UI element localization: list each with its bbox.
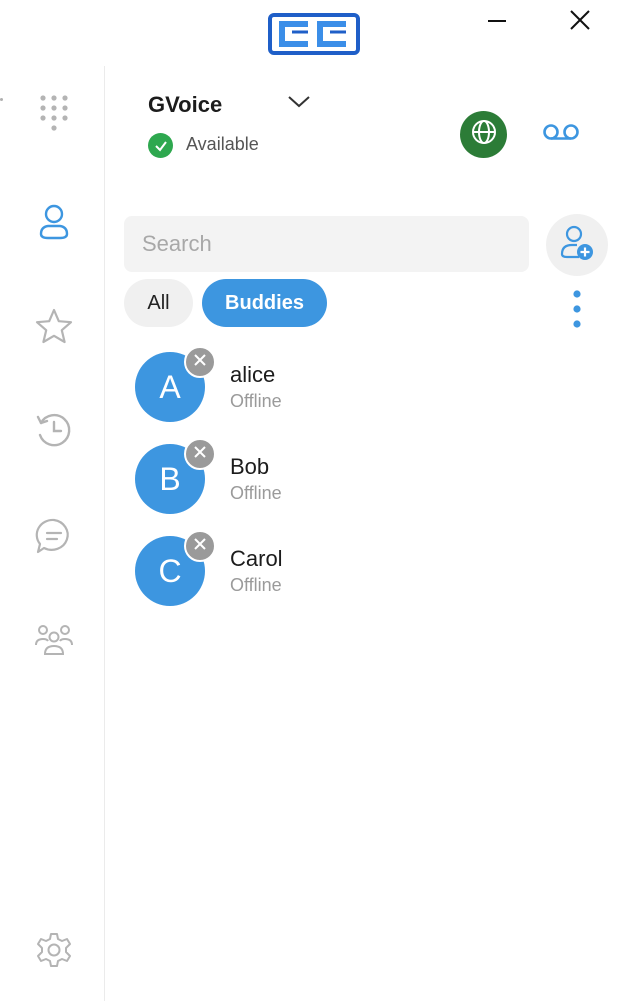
- history-icon: [35, 411, 73, 454]
- globe-button[interactable]: [460, 111, 507, 158]
- contact-item[interactable]: B Bob Offline: [130, 438, 530, 528]
- dialpad-icon: [39, 94, 69, 139]
- sidebar-item-history[interactable]: [32, 410, 76, 454]
- more-options-button[interactable]: [562, 289, 592, 334]
- group-icon: [35, 623, 73, 662]
- contact-name: Carol: [230, 546, 283, 571]
- gear-icon: [35, 931, 73, 974]
- status-available-icon: [148, 133, 173, 158]
- sidebar-edge-mark: [0, 98, 3, 101]
- contact-name: Bob: [230, 454, 270, 479]
- voicemail-icon: [542, 122, 580, 147]
- contact-name: alice: [230, 362, 276, 387]
- search-input[interactable]: [124, 216, 529, 272]
- account-name: GVoice: [148, 92, 223, 117]
- contact-item[interactable]: C Carol Offline: [130, 530, 530, 620]
- sidebar-item-favorites[interactable]: [32, 306, 76, 350]
- account-status: Available: [186, 134, 259, 154]
- remove-contact-button[interactable]: [184, 346, 216, 378]
- contact-status: Offline: [230, 575, 282, 595]
- voicemail-button[interactable]: [540, 118, 582, 150]
- contact-item[interactable]: A alice Offline: [130, 346, 530, 436]
- sidebar-item-groups[interactable]: [32, 620, 76, 664]
- person-icon: [38, 204, 70, 245]
- close-icon: [193, 445, 207, 464]
- globe-icon: [470, 118, 498, 151]
- cc-logo-icon: [268, 12, 360, 56]
- close-button[interactable]: [563, 6, 597, 36]
- sidebar-item-contacts[interactable]: [32, 202, 76, 246]
- star-icon: [35, 308, 73, 349]
- contact-status: Offline: [230, 483, 282, 503]
- contact-status: Offline: [230, 391, 282, 411]
- chevron-down-icon: [286, 96, 312, 116]
- close-icon: [563, 10, 597, 40]
- tab-buddies[interactable]: Buddies: [202, 279, 327, 327]
- minimize-button[interactable]: [480, 6, 514, 36]
- sidebar: [0, 66, 105, 1001]
- settings-button[interactable]: [32, 930, 76, 974]
- tab-all[interactable]: All: [124, 279, 193, 327]
- account-dropdown-button[interactable]: [286, 92, 312, 112]
- chat-icon: [35, 517, 73, 560]
- close-icon: [193, 537, 207, 556]
- remove-contact-button[interactable]: [184, 438, 216, 470]
- close-icon: [193, 353, 207, 372]
- add-person-icon: [559, 225, 595, 266]
- minimize-icon: [480, 20, 514, 40]
- sidebar-item-messages[interactable]: [32, 516, 76, 560]
- remove-contact-button[interactable]: [184, 530, 216, 562]
- sidebar-item-dialpad[interactable]: [32, 94, 76, 138]
- softphone-window: GVoice Available Search All Buddies A al…: [0, 0, 624, 1001]
- more-vertical-icon: [572, 289, 582, 334]
- add-contact-button[interactable]: [546, 214, 608, 276]
